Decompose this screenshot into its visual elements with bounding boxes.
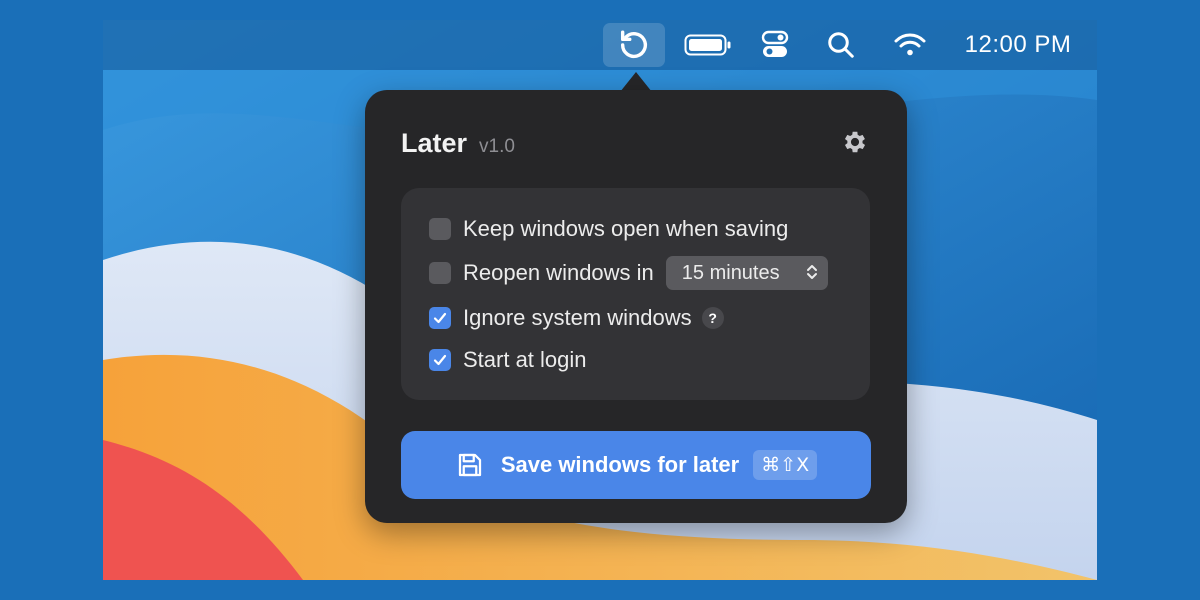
option-label: Start at login — [463, 347, 587, 372]
search-icon[interactable] — [819, 20, 863, 70]
select-value: 15 minutes — [681, 261, 780, 284]
later-popover: Later v1.0 Keep windows open when saving… — [365, 90, 907, 523]
checkbox-reopen-windows[interactable] — [429, 262, 451, 284]
option-ignore-system-windows[interactable]: Ignore system windows ? — [429, 303, 724, 333]
later-app-icon[interactable] — [603, 23, 665, 67]
help-icon[interactable]: ? — [701, 307, 724, 329]
gear-icon[interactable] — [841, 128, 869, 156]
app-name: Later — [401, 128, 468, 158]
checkbox-start-at-login[interactable] — [429, 349, 451, 371]
chevron-up-down-icon — [806, 263, 818, 283]
reopen-interval-select[interactable]: 15 minutes — [665, 256, 828, 290]
menu-bar: 12:00 PM — [103, 20, 1097, 70]
options-panel: Keep windows open when saving Reopen win… — [401, 188, 870, 400]
checkbox-ignore-system-windows[interactable] — [429, 307, 451, 329]
option-keep-windows-open[interactable]: Keep windows open when saving — [429, 214, 788, 244]
save-button-label: Save windows for later — [500, 452, 740, 477]
checkbox-keep-windows-open[interactable] — [429, 218, 451, 240]
option-label: Keep windows open when saving — [463, 216, 789, 241]
option-label: Reopen windows in — [463, 260, 654, 285]
wifi-icon[interactable] — [887, 20, 933, 70]
option-label: Ignore system windows — [463, 305, 692, 330]
option-start-at-login[interactable]: Start at login — [429, 345, 587, 375]
keyboard-shortcut: ⌘⇧X — [753, 450, 818, 480]
save-windows-button[interactable]: Save windows for later ⌘⇧X — [401, 431, 871, 499]
floppy-disk-icon — [455, 450, 485, 480]
menu-bar-clock[interactable]: 12:00 PM — [953, 20, 1083, 70]
option-reopen-windows[interactable]: Reopen windows in 15 minutes — [429, 256, 828, 290]
control-center-icon[interactable] — [753, 20, 797, 70]
battery-icon[interactable] — [681, 20, 735, 70]
app-version: v1.0 — [479, 136, 515, 157]
popover-header: Later v1.0 — [401, 128, 515, 159]
popover-arrow — [620, 72, 652, 92]
